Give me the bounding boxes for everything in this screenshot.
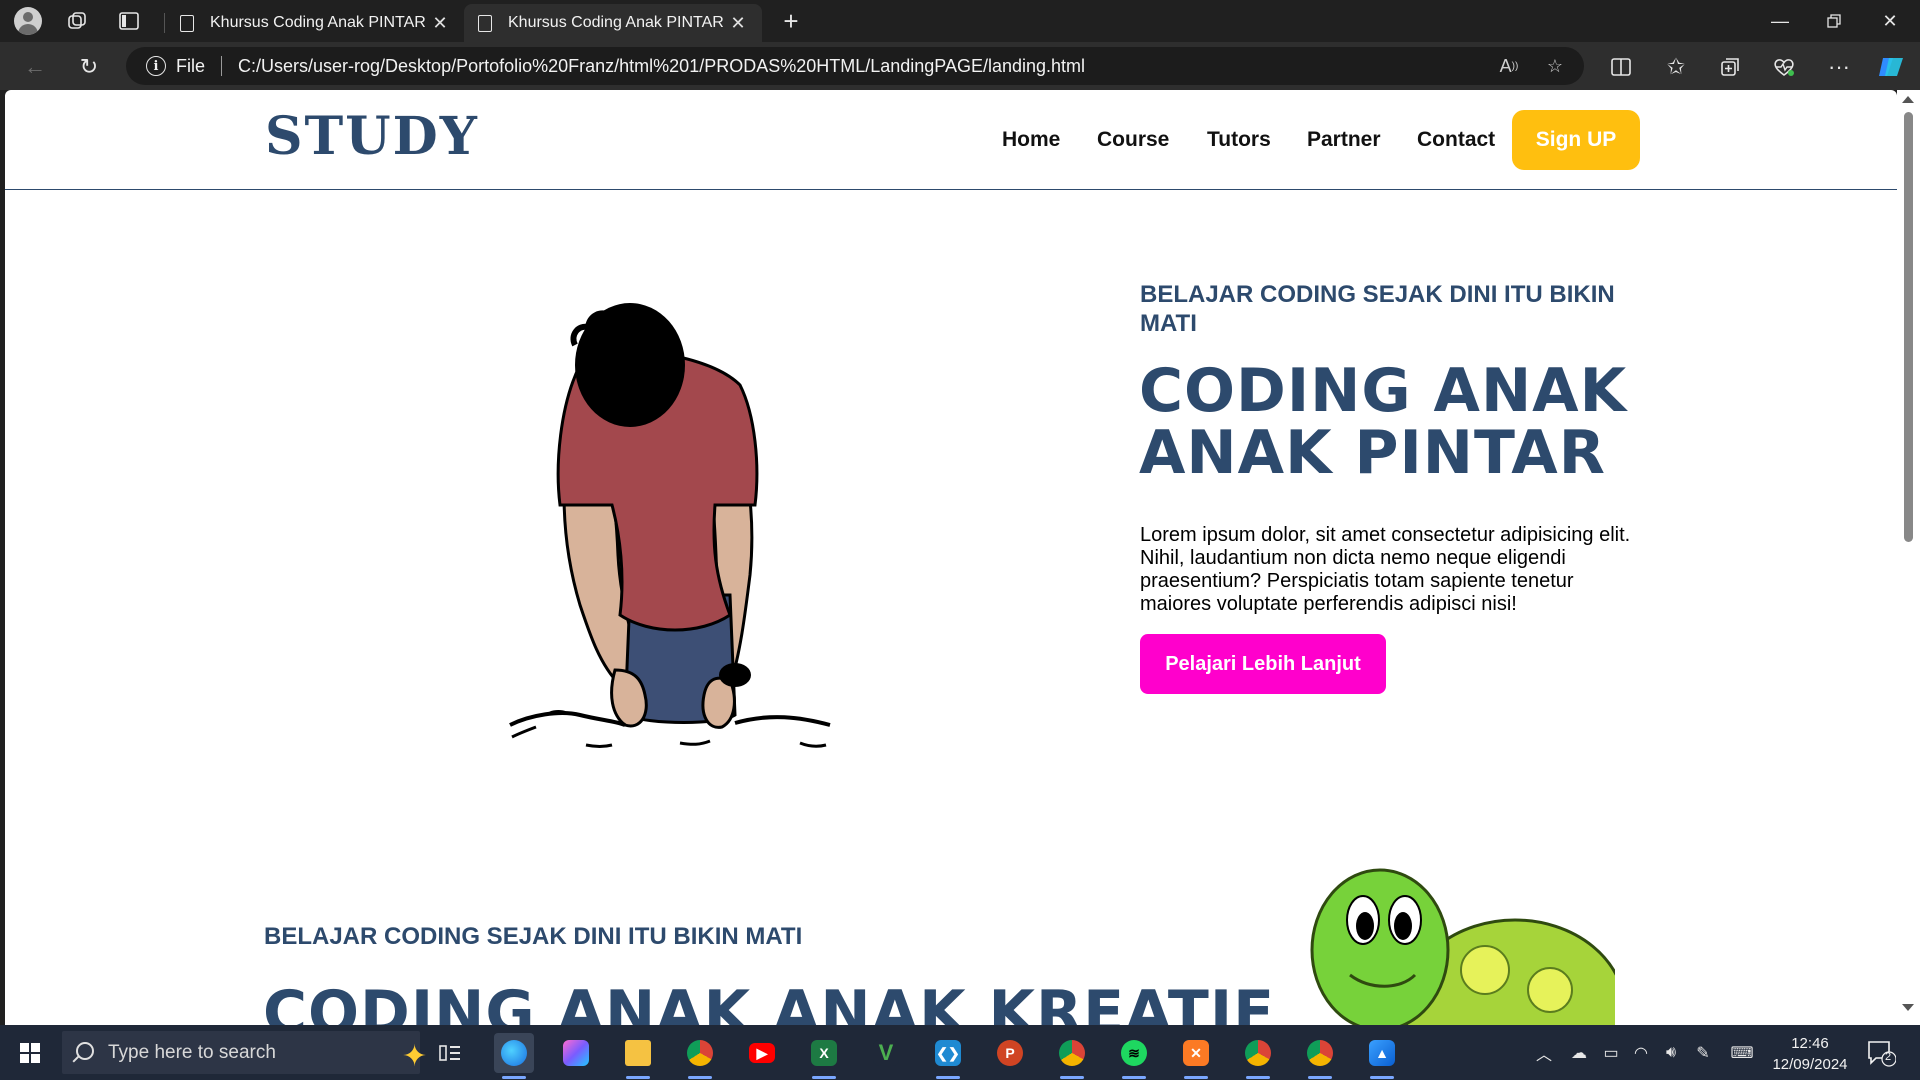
windows-taskbar: Type here to search ✦ ▶ X V ❮❯ P ≋ ✕ ▲ ︿… xyxy=(0,1025,1920,1080)
address-separator xyxy=(221,56,223,76)
volume-icon[interactable]: 🔊︎ xyxy=(1656,1025,1686,1080)
browser-essentials-icon[interactable] xyxy=(1767,50,1801,84)
tab-active[interactable]: Khursus Coding Anak PINTAR ✕ xyxy=(464,4,762,42)
start-button[interactable] xyxy=(8,1035,52,1071)
file-explorer-icon[interactable] xyxy=(618,1033,658,1079)
youtube-icon[interactable]: ▶ xyxy=(742,1033,782,1073)
section2-title: CODING ANAK ANAK KREATIF xyxy=(263,978,1276,1025)
tab-separator xyxy=(164,13,165,33)
refresh-icon[interactable]: ↻ xyxy=(72,50,106,84)
task-view-icon[interactable] xyxy=(430,1033,470,1073)
turtle-illustration-image xyxy=(1310,868,1615,1025)
site-logo[interactable]: STUDY xyxy=(265,106,479,167)
close-tab-icon[interactable]: ✕ xyxy=(728,13,748,34)
nav-link-home[interactable]: Home xyxy=(1002,128,1060,152)
wifi-icon[interactable]: ◠ xyxy=(1626,1025,1656,1080)
notification-count-badge: 2 xyxy=(1885,1051,1892,1063)
hero-subtitle: BELAJAR CODING SEJAK DINI ITU BIKIN MATI xyxy=(1140,281,1615,337)
windows-logo-icon xyxy=(20,1043,40,1063)
page-viewport: STUDY Home Course Tutors Partner Contact… xyxy=(5,90,1897,1025)
scroll-down-arrow-icon[interactable] xyxy=(1902,1004,1914,1011)
nav-link-tutors[interactable]: Tutors xyxy=(1207,128,1271,152)
nav-link-contact[interactable]: Contact xyxy=(1417,128,1495,152)
excel-icon[interactable]: X xyxy=(804,1033,844,1079)
powerpoint-icon[interactable]: P xyxy=(990,1033,1030,1073)
page-icon xyxy=(478,14,492,32)
site-header: STUDY Home Course Tutors Partner Contact… xyxy=(5,90,1897,190)
browser-toolbar: ← ↻ i File C:/Users/user-rog/Desktop/Por… xyxy=(0,42,1920,90)
scheme-label: File xyxy=(176,55,206,76)
pen-icon[interactable]: ✎ xyxy=(1688,1025,1718,1080)
url-text[interactable]: C:/Users/user-rog/Desktop/Portofolio%20F… xyxy=(238,56,1085,77)
search-icon xyxy=(76,1042,94,1060)
vim-icon[interactable]: V xyxy=(866,1033,906,1073)
taskbar-search-input[interactable]: Type here to search ✦ xyxy=(62,1031,427,1074)
chrome-icon[interactable] xyxy=(680,1033,720,1079)
copilot-icon[interactable] xyxy=(556,1033,596,1073)
spotify-icon[interactable]: ≋ xyxy=(1114,1033,1154,1079)
collections-icon[interactable] xyxy=(1713,50,1747,84)
close-tab-icon[interactable]: ✕ xyxy=(430,13,450,34)
xampp-icon[interactable]: ✕ xyxy=(1176,1033,1216,1079)
clock-time: 12:46 xyxy=(1791,1035,1829,1052)
page-icon xyxy=(180,14,194,32)
info-icon[interactable]: i xyxy=(146,56,166,76)
restore-icon[interactable] xyxy=(1806,0,1862,42)
clock-date: 12/09/2024 xyxy=(1772,1056,1848,1073)
notification-center-icon[interactable]: 2 xyxy=(1866,1039,1897,1067)
taskbar-clock[interactable]: 12:46 12/09/2024 xyxy=(1760,1033,1860,1075)
tab-inactive[interactable]: Khursus Coding Anak PINTAR ✕ xyxy=(166,4,464,42)
battery-icon[interactable]: ▭ xyxy=(1596,1025,1626,1080)
scrollbar-thumb[interactable] xyxy=(1904,112,1913,542)
vscode-icon[interactable]: ❮❯ xyxy=(928,1033,968,1079)
more-menu-icon[interactable]: ··· xyxy=(1822,50,1856,84)
learn-more-button[interactable]: Pelajari Lebih Lanjut xyxy=(1140,634,1386,694)
copilot-sidebar-icon[interactable] xyxy=(1874,50,1908,84)
search-highlight-icon[interactable]: ✦ xyxy=(402,1039,427,1074)
vertical-tabs-icon[interactable] xyxy=(116,8,142,34)
hero-title: CODING ANAK ANAK PINTAR xyxy=(1139,356,1628,488)
nav-link-course[interactable]: Course xyxy=(1097,128,1169,152)
address-bar[interactable]: i File C:/Users/user-rog/Desktop/Portofo… xyxy=(126,47,1584,85)
new-tab-icon[interactable]: + xyxy=(776,6,806,36)
signup-button[interactable]: Sign UP xyxy=(1512,110,1640,170)
favorites-icon[interactable]: ✩ xyxy=(1659,50,1693,84)
read-aloud-icon[interactable]: A)) xyxy=(1492,47,1526,85)
onedrive-cloud-icon[interactable]: ☁ xyxy=(1564,1025,1594,1080)
hero-illustration-image xyxy=(509,303,831,748)
tab-title: Khursus Coding Anak PINTAR xyxy=(508,14,724,31)
browser-title-bar: Khursus Coding Anak PINTAR ✕ Khursus Cod… xyxy=(0,0,1920,42)
scroll-up-arrow-icon[interactable] xyxy=(1902,96,1914,103)
workspaces-icon[interactable] xyxy=(64,8,90,34)
favorite-star-icon[interactable]: ☆ xyxy=(1538,47,1572,85)
page-scrollbar[interactable] xyxy=(1897,90,1920,1025)
minimize-icon[interactable]: — xyxy=(1752,0,1808,42)
chrome-profile-f-icon[interactable] xyxy=(1052,1033,1092,1079)
photos-icon[interactable]: ▲ xyxy=(1362,1033,1402,1079)
hero-description: Lorem ipsum dolor, sit amet consectetur … xyxy=(1140,524,1631,615)
edge-icon[interactable] xyxy=(494,1033,534,1079)
chrome-profile-n-icon[interactable] xyxy=(1238,1033,1278,1079)
close-window-icon[interactable]: ✕ xyxy=(1862,0,1918,42)
split-screen-icon[interactable] xyxy=(1604,50,1638,84)
search-placeholder: Type here to search xyxy=(108,1041,276,1063)
tab-title: Khursus Coding Anak PINTAR xyxy=(210,14,426,31)
back-arrow-icon[interactable]: ← xyxy=(18,50,52,84)
profile-avatar-icon[interactable] xyxy=(14,7,42,35)
chrome-profile-f2-icon[interactable] xyxy=(1300,1033,1340,1079)
show-hidden-icons-chevron-icon[interactable]: ︿ xyxy=(1530,1025,1558,1080)
section2-subtitle: BELAJAR CODING SEJAK DINI ITU BIKIN MATI xyxy=(264,923,803,950)
nav-link-partner[interactable]: Partner xyxy=(1307,128,1381,152)
touch-keyboard-icon[interactable]: ⌨ xyxy=(1724,1025,1760,1080)
